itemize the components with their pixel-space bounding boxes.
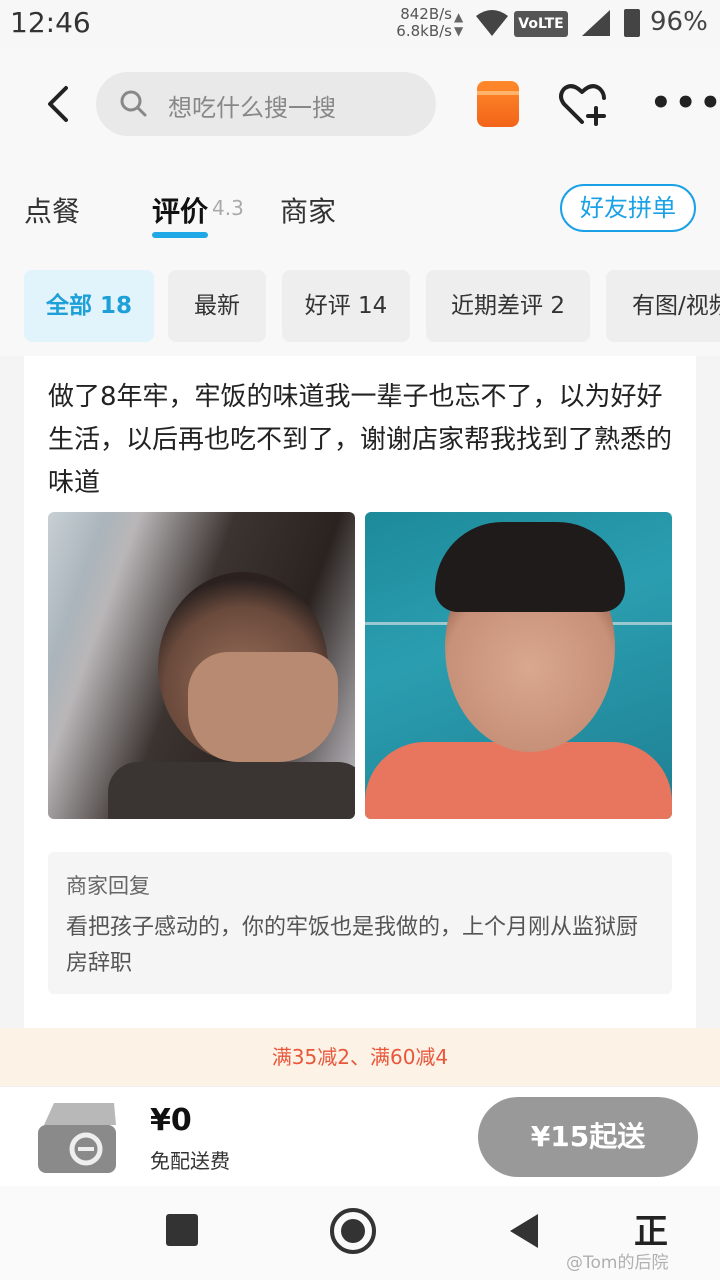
tab-order[interactable]: 点餐 bbox=[24, 190, 80, 230]
status-time: 12:46 bbox=[10, 6, 91, 39]
net-arrows-icon: ▲ ▼ bbox=[454, 10, 464, 38]
tab-bar: 点餐 评价 4.3 商家 好友拼单 bbox=[0, 160, 720, 256]
more-icon[interactable]: ••• bbox=[650, 86, 720, 120]
red-packet-icon[interactable] bbox=[477, 81, 519, 127]
system-nav-bar: 正 @Tom的后院 bbox=[0, 1186, 720, 1280]
review-filter-bar: 全部 18 最新 好评 14 近期差评 2 有图/视频 bbox=[0, 256, 720, 356]
home-icon[interactable] bbox=[330, 1208, 376, 1254]
photo-figure-shirt bbox=[365, 742, 672, 819]
review-text: 做了8年牢，牢饭的味道我一辈子也忘不了，以为好好生活，以后再也吃不到了，谢谢店家… bbox=[48, 382, 673, 498]
battery-percent: 96% bbox=[650, 7, 708, 37]
search-input[interactable]: 想吃什么搜一搜 bbox=[96, 72, 436, 136]
group-order-button[interactable]: 好友拼单 bbox=[560, 184, 696, 232]
wifi-icon bbox=[476, 10, 508, 36]
search-icon bbox=[120, 90, 147, 117]
review-photo-2[interactable] bbox=[365, 512, 672, 819]
volte-badge: VoLTE bbox=[514, 11, 568, 37]
status-bar: 12:46 842B/s 6.8kB/s ▲ ▼ VoLTE 96% bbox=[0, 0, 720, 48]
discount-banner: 满35减2、满60减4 bbox=[0, 1028, 720, 1086]
back-arrow-icon[interactable] bbox=[40, 82, 80, 126]
tab-reviews-rating: 4.3 bbox=[212, 196, 244, 220]
review-photo-1[interactable] bbox=[48, 512, 355, 819]
filter-chip-recent-negative[interactable]: 近期差评 2 bbox=[426, 270, 590, 342]
nav-back-icon[interactable] bbox=[510, 1214, 538, 1248]
active-tab-indicator bbox=[152, 232, 208, 238]
merchant-reply: 商家回复 看把孩子感动的，你的牢饭也是我做的，上个月刚从监狱厨房辞职 bbox=[48, 852, 672, 994]
input-method-icon[interactable]: 正 bbox=[634, 1204, 668, 1253]
checkout-bar: ¥0 免配送费 ¥15起送 bbox=[0, 1086, 720, 1186]
review-card: 做了8年牢，牢饭的味道我一辈子也忘不了，以为好好生活，以后再也吃不到了，谢谢店家… bbox=[24, 356, 696, 1028]
cart-total-price: ¥0 bbox=[150, 1103, 192, 1138]
filter-chip-latest[interactable]: 最新 bbox=[168, 270, 266, 342]
battery-icon bbox=[624, 9, 640, 37]
watermark: @Tom的后院 bbox=[566, 1253, 669, 1273]
network-speed: 842B/s 6.8kB/s bbox=[388, 6, 452, 40]
photo-figure-hand bbox=[188, 652, 338, 762]
cart-box-icon[interactable] bbox=[34, 1095, 120, 1177]
filter-chip-with-media[interactable]: 有图/视频 bbox=[606, 270, 720, 342]
net-down: 6.8kB/s bbox=[396, 22, 452, 40]
search-placeholder: 想吃什么搜一搜 bbox=[168, 94, 336, 122]
photo-figure-hair bbox=[435, 522, 625, 612]
photo-figure-shirt bbox=[108, 762, 355, 819]
filter-chip-positive[interactable]: 好评 14 bbox=[282, 270, 410, 342]
recent-apps-icon[interactable] bbox=[166, 1214, 198, 1246]
heart-plus-icon[interactable] bbox=[558, 80, 608, 128]
tab-reviews[interactable]: 评价 bbox=[152, 190, 208, 230]
merchant-reply-text: 看把孩子感动的，你的牢饭也是我做的，上个月刚从监狱厨房辞职 bbox=[66, 915, 639, 976]
net-up: 842B/s bbox=[400, 5, 452, 23]
filter-chip-all[interactable]: 全部 18 bbox=[24, 270, 154, 342]
minimum-order-button[interactable]: ¥15起送 bbox=[478, 1097, 698, 1177]
signal-icon bbox=[582, 10, 610, 36]
delivery-fee-text: 免配送费 bbox=[150, 1149, 230, 1173]
top-header: 想吃什么搜一搜 ••• bbox=[0, 48, 720, 160]
tab-merchant[interactable]: 商家 bbox=[280, 190, 336, 230]
merchant-reply-title: 商家回复 bbox=[66, 874, 150, 898]
